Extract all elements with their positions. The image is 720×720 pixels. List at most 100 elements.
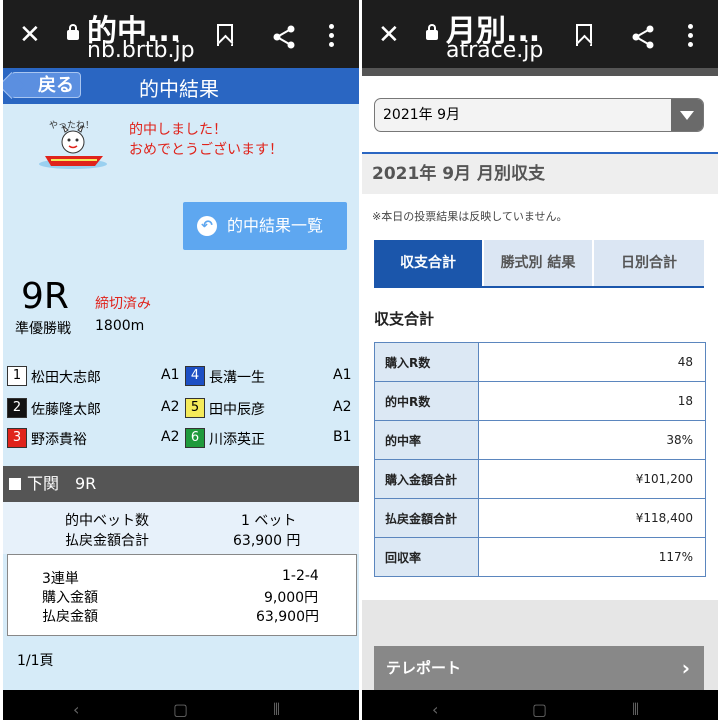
- page-title: 的中結果: [139, 77, 219, 101]
- table-row: 払戻金額合計 ¥118,400: [374, 498, 706, 538]
- table-row: 回収率 117%: [374, 537, 706, 577]
- tab-daily-total[interactable]: 日別合計: [594, 240, 704, 286]
- table-label: 的中R数: [374, 381, 479, 421]
- racer-name: 長溝一生: [209, 370, 265, 386]
- table-value: 38%: [478, 420, 706, 460]
- lock-icon: [426, 24, 438, 40]
- racer-class: A1: [333, 367, 352, 383]
- table-label: 購入金額合計: [374, 459, 479, 499]
- bookmark-icon[interactable]: [576, 24, 592, 46]
- table-value: ¥101,200: [478, 459, 706, 499]
- nav-recents-icon[interactable]: ⦀: [273, 700, 280, 720]
- race-type: 準優勝戦: [15, 321, 71, 337]
- racer-lane-number: 5: [185, 398, 205, 418]
- racer-row: 4 長溝一生 A1: [185, 366, 357, 388]
- table-row: 購入R数 48: [374, 342, 706, 382]
- table-row: 的中R数 18: [374, 381, 706, 421]
- back-arrow-icon: ↶: [197, 216, 217, 236]
- page-indicator: 1/1頁: [17, 653, 54, 669]
- congrats-line-1: 的中しました！: [129, 122, 227, 138]
- close-icon[interactable]: ✕: [378, 20, 400, 50]
- payout-total-label: 払戻金額合計: [65, 533, 149, 549]
- nav-back-icon[interactable]: ‹: [73, 700, 79, 719]
- congrats-message: 的中しました！ おめでとうございます！: [129, 120, 283, 160]
- bookmark-icon[interactable]: [217, 24, 233, 46]
- venue-name: 下関: [27, 474, 60, 493]
- racer-lane-number: 4: [185, 366, 205, 386]
- racer-lane-number: 6: [185, 428, 205, 448]
- back-button[interactable]: 戻る: [11, 72, 81, 98]
- racer-row: 2 佐藤隆太郎 A2: [7, 398, 179, 420]
- table-label: 払戻金額合計: [374, 498, 479, 538]
- congrats-line-2: おめでとうございます！: [129, 142, 283, 158]
- browser-top-bar: ✕ nb.brtb.jp 的中...: [3, 0, 359, 68]
- results-list-button[interactable]: ↶ 的中結果一覧: [183, 202, 347, 250]
- race-number: 9R: [21, 276, 69, 317]
- racer-name: 野添貴裕: [31, 432, 87, 448]
- chevron-right-icon: ›: [681, 656, 690, 680]
- venue-bar: 下関 9R: [3, 466, 359, 502]
- racer-name: 田中辰彦: [209, 402, 265, 418]
- browser-title: 月別...: [446, 14, 541, 49]
- racer-class: B1: [333, 429, 352, 445]
- section-title: 収支合計: [374, 310, 435, 328]
- hit-bets-label: 的中ベット数: [65, 513, 149, 529]
- month-select-value: 2021年 9月: [383, 107, 460, 123]
- teleport-label: テレポート: [386, 659, 462, 677]
- venue-race: 9R: [75, 474, 97, 493]
- racer-class: A1: [161, 367, 180, 383]
- racer-class: A2: [333, 399, 352, 415]
- racer-lane-number: 1: [7, 366, 27, 386]
- hit-bets-value: 1 ベット: [241, 513, 297, 529]
- table-label: 的中率: [374, 420, 479, 460]
- lock-icon: [67, 24, 79, 40]
- tab-by-bet-type[interactable]: 勝式別 結果: [484, 240, 592, 286]
- bet-type: 3連単: [42, 571, 79, 587]
- racer-row: 3 野添貴裕 A2: [7, 428, 179, 450]
- payout-label: 払戻金額: [42, 609, 98, 625]
- racer-lane-number: 2: [7, 398, 27, 418]
- table-label: 購入R数: [374, 342, 479, 382]
- results-list-label: 的中結果一覧: [227, 216, 324, 235]
- nav-recents-icon[interactable]: ⦀: [632, 700, 639, 720]
- mascot-boat-icon: やったね！: [39, 120, 107, 169]
- system-nav-bar: ‹ ▢ ⦀: [3, 690, 359, 720]
- nav-home-icon[interactable]: ▢: [532, 700, 547, 719]
- more-menu-icon[interactable]: [329, 24, 335, 48]
- nav-back-icon[interactable]: ‹: [432, 700, 438, 719]
- close-icon[interactable]: ✕: [19, 20, 41, 50]
- browser-top-bar: ✕ atrace.jp 月別...: [362, 0, 718, 68]
- table-row: 的中率 38%: [374, 420, 706, 460]
- table-value: 117%: [478, 537, 706, 577]
- race-status: 締切済み: [95, 296, 151, 312]
- table-value: 48: [478, 342, 706, 382]
- left-screenshot: ✕ nb.brtb.jp 的中... 戻る 的中結果 やったね！ 的中しました！…: [3, 0, 359, 720]
- purchase-value: 9,000円: [264, 590, 319, 606]
- bet-detail-card: 3連単 1-2-4 購入金額 9,000円 払戻金額 63,900円: [7, 554, 357, 636]
- nav-home-icon[interactable]: ▢: [173, 700, 188, 719]
- more-menu-icon[interactable]: [688, 24, 694, 48]
- table-value: 18: [478, 381, 706, 421]
- purchase-label: 購入金額: [42, 590, 98, 606]
- balance-table: 購入R数 48 的中R数 18 的中率 38% 購入金額合計 ¥101,200 払戻金額合計 ¥1…: [374, 342, 706, 577]
- hit-summary: 的中ベット数 1 ベット 払戻金額合計 63,900 円: [3, 502, 359, 554]
- share-icon[interactable]: [630, 24, 656, 50]
- racer-name: 松田大志郎: [31, 370, 101, 386]
- racer-name: 川添英正: [209, 432, 265, 448]
- teleport-button[interactable]: テレポート ›: [374, 646, 704, 690]
- bet-combination: 1-2-4: [282, 568, 319, 584]
- monthly-title: 2021年 9月 月別収支: [362, 154, 718, 194]
- table-label: 回収率: [374, 537, 479, 577]
- racer-row: 5 田中辰彦 A2: [185, 398, 357, 420]
- month-select[interactable]: 2021年 9月: [374, 98, 704, 132]
- payout-total-value: 63,900 円: [233, 533, 301, 549]
- chevron-down-icon[interactable]: [671, 99, 703, 131]
- racer-class: A2: [161, 399, 180, 415]
- system-nav-bar: ‹ ▢ ⦀: [362, 690, 718, 720]
- header-strip: [362, 68, 718, 76]
- share-icon[interactable]: [271, 24, 297, 50]
- racer-row: 6 川添英正 B1: [185, 428, 357, 450]
- tab-underline: [374, 286, 704, 288]
- table-value: ¥118,400: [478, 498, 706, 538]
- tab-balance-total[interactable]: 収支合計: [374, 240, 482, 286]
